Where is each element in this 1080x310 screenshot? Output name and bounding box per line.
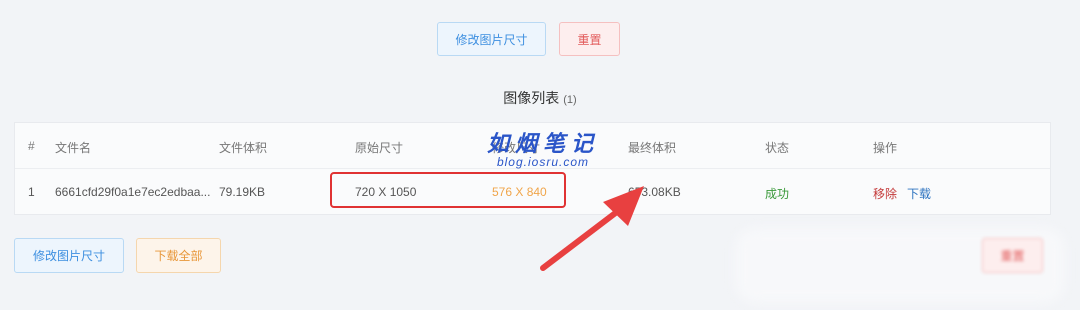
download-all-button[interactable]: 下载全部	[136, 238, 221, 273]
resize-image-button-bottom[interactable]: 修改图片尺寸	[14, 238, 124, 273]
reset-button-bottom[interactable]: 重置	[982, 238, 1043, 273]
